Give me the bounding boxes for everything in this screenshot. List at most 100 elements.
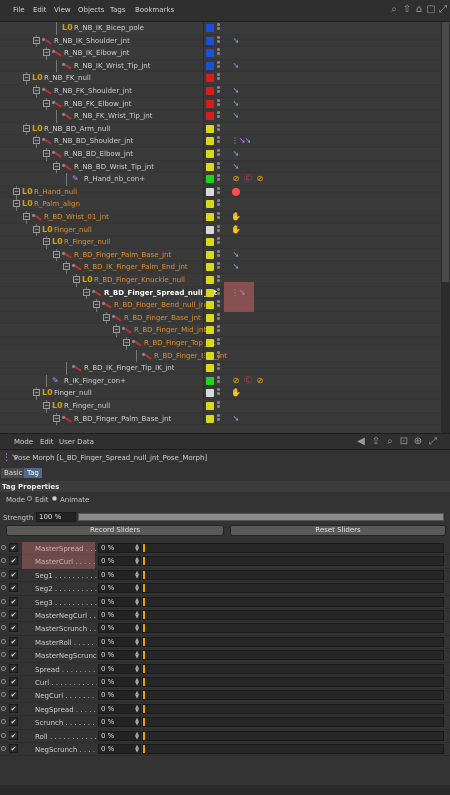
- object-name[interactable]: R_NB_IK_Wrist_Tip_jnt: [74, 62, 150, 70]
- expand-toggle[interactable]: −: [43, 402, 50, 409]
- keyframe-circle-icon[interactable]: [1, 612, 6, 617]
- expand-toggle[interactable]: −: [23, 74, 30, 82]
- layer-color-swatch[interactable]: [206, 402, 214, 410]
- visibility-dots[interactable]: [217, 262, 221, 271]
- ik-tag-icon[interactable]: [231, 36, 241, 46]
- expand-toggle[interactable]: −: [53, 162, 60, 170]
- visibility-dots[interactable]: [217, 413, 221, 423]
- expand-toggle[interactable]: −: [33, 389, 40, 397]
- spinner-arrows-icon[interactable]: ▲ ▼: [135, 704, 139, 713]
- visibility-dots[interactable]: [217, 60, 221, 70]
- tree-row[interactable]: − R_NB_BD_Wrist_Tip_jnt: [0, 160, 441, 174]
- object-name[interactable]: R_BD_Finger_Mid_jnt: [134, 326, 206, 334]
- object-name[interactable]: R_NB_FK_Elbow_jnt: [64, 100, 131, 108]
- object-name[interactable]: R_NB_BD_Shoulder_jnt: [54, 137, 133, 145]
- menu-user-data[interactable]: User Data: [59, 438, 94, 446]
- visibility-dots[interactable]: [217, 35, 221, 45]
- layer-color-swatch[interactable]: [206, 414, 214, 423]
- expand-toggle[interactable]: −: [123, 339, 130, 346]
- expand-toggle[interactable]: −: [93, 301, 100, 309]
- spinner-arrows-icon[interactable]: ▲ ▼: [135, 691, 139, 700]
- visibility-dots[interactable]: [217, 98, 221, 108]
- layer-color-swatch[interactable]: [206, 364, 214, 373]
- spinner-arrows-icon[interactable]: ▲ ▼: [135, 651, 139, 660]
- layer-color-swatch[interactable]: [206, 87, 214, 95]
- slider-value-input[interactable]: 0 % ▲ ▼: [98, 623, 141, 634]
- object-name[interactable]: R_Hand_nb_con+: [84, 175, 145, 183]
- ik-tag-icon[interactable]: [231, 162, 241, 172]
- slider-track[interactable]: [142, 543, 444, 553]
- slider-enable-checkbox[interactable]: ✔: [9, 690, 18, 700]
- expand-toggle[interactable]: −: [33, 225, 40, 233]
- layer-color-swatch[interactable]: [206, 137, 214, 146]
- cc-tag-icon[interactable]: [243, 376, 253, 386]
- tree-row[interactable]: − L0 R_NB_FK_null: [0, 72, 441, 85]
- visibility-dots[interactable]: [217, 312, 221, 322]
- keyframe-circle-icon[interactable]: [1, 545, 6, 550]
- grab-tag-icon[interactable]: [231, 225, 241, 235]
- tree-row[interactable]: − L0 R_Finger_null: [0, 400, 441, 413]
- spinner-arrows-icon[interactable]: ▲ ▼: [135, 745, 139, 754]
- object-tree[interactable]: L0 R_NB_IK_Bicep_pole − R_NB_IK_Shoulder_jn…: [0, 22, 441, 433]
- slider-handle[interactable]: [143, 611, 145, 619]
- object-name[interactable]: Finger_null: [54, 226, 92, 234]
- strength-input[interactable]: 100 %: [36, 512, 76, 522]
- object-name[interactable]: R_BD_Finger_Palm_Base_jnt: [74, 415, 171, 423]
- tree-row[interactable]: − L0 R_BD_Finger_Knuckle_null: [0, 274, 441, 287]
- slider-track[interactable]: [142, 610, 444, 620]
- object-name[interactable]: R_BD_IK_Finger_Tip_IK_jnt: [84, 364, 174, 372]
- tab-tag[interactable]: Tag: [24, 468, 42, 478]
- arrow-left-icon[interactable]: ◀: [355, 436, 367, 448]
- visibility-dots[interactable]: [217, 338, 221, 347]
- lock-icon[interactable]: ⊡: [398, 436, 410, 448]
- keyframe-circle-icon[interactable]: [1, 705, 6, 711]
- slider-enable-checkbox[interactable]: ✔: [9, 717, 18, 727]
- keyframe-circle-icon[interactable]: [1, 638, 6, 644]
- grab-tag-icon[interactable]: [231, 388, 241, 398]
- ik-tag-icon[interactable]: [231, 262, 241, 272]
- red-tag-icon[interactable]: [231, 187, 241, 197]
- keyframe-circle-icon[interactable]: [1, 692, 6, 698]
- visibility-dots[interactable]: [217, 224, 221, 234]
- slider-enable-checkbox[interactable]: ✔: [9, 703, 18, 713]
- visibility-dots[interactable]: [217, 86, 221, 95]
- object-name[interactable]: R_BD_Finger_Bend_null_jnt: [114, 301, 208, 309]
- object-name[interactable]: R_NB_BD_Arm_null: [44, 125, 110, 133]
- tree-row[interactable]: R_NB_IK_Wrist_Tip_jnt: [0, 59, 441, 73]
- slider-enable-checkbox[interactable]: ✔: [9, 556, 18, 566]
- visibility-dots[interactable]: [217, 350, 221, 360]
- menu-view[interactable]: View: [54, 6, 71, 14]
- object-tree-scrollbar[interactable]: [441, 22, 450, 433]
- spinner-arrows-icon[interactable]: ▲ ▼: [135, 570, 139, 579]
- keyframe-circle-icon[interactable]: [1, 679, 6, 684]
- keyframe-circle-icon[interactable]: [1, 598, 6, 604]
- tree-row[interactable]: − R_NB_FK_Elbow_jnt: [0, 97, 441, 111]
- expand-toggle[interactable]: −: [73, 276, 80, 283]
- slider-track[interactable]: [142, 556, 444, 567]
- object-name[interactable]: R_NB_FK_Shoulder_jnt: [54, 87, 132, 95]
- ik-tag-icon[interactable]: [231, 250, 241, 260]
- slider-handle[interactable]: [143, 624, 145, 633]
- slider-value-input[interactable]: 0 % ▲ ▼: [98, 556, 141, 567]
- visibility-dots[interactable]: [217, 199, 221, 208]
- layer-color-swatch[interactable]: [206, 213, 214, 221]
- tree-row[interactable]: − L0 R_Palm_align: [0, 198, 441, 211]
- mode-animate-label[interactable]: Animate: [60, 496, 89, 504]
- spinner-arrows-icon[interactable]: ▲ ▼: [135, 584, 139, 593]
- object-name[interactable]: R_IK_Finger_con+: [64, 377, 126, 385]
- layer-color-swatch[interactable]: [206, 162, 214, 171]
- home-icon[interactable]: ⌂: [413, 4, 425, 16]
- visibility-dots[interactable]: [217, 136, 221, 145]
- slider-track[interactable]: [142, 744, 444, 754]
- visibility-dots[interactable]: [217, 363, 221, 372]
- layer-color-swatch[interactable]: [206, 150, 214, 158]
- tree-row[interactable]: ✎ R_Hand_nb_con+: [0, 173, 441, 186]
- slider-track[interactable]: [142, 677, 444, 687]
- tree-row[interactable]: − L0 Finger_null: [0, 387, 441, 400]
- slider-track[interactable]: [142, 730, 444, 741]
- visibility-dots[interactable]: [217, 275, 221, 284]
- ik-tag-icon[interactable]: [231, 111, 241, 121]
- tab-basic[interactable]: Basic: [1, 468, 26, 478]
- spinner-arrows-icon[interactable]: ▲ ▼: [135, 731, 139, 740]
- slider-enable-checkbox[interactable]: ✔: [9, 650, 18, 660]
